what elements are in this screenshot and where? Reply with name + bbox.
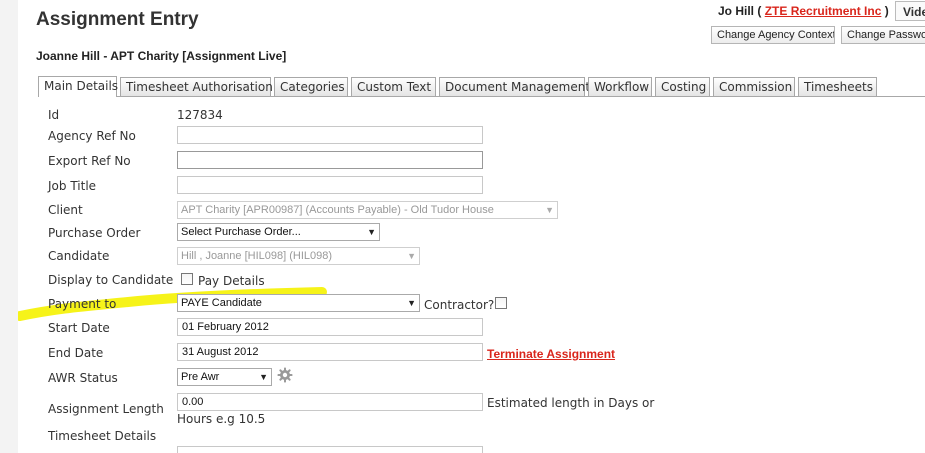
timesheet-details-input[interactable] [177,446,483,453]
end-date-input[interactable]: 31 August 2012 [177,343,483,361]
payment-to-label: Payment to [48,297,117,311]
assignment-subtitle: Joanne Hill - APT Charity [Assignment Li… [36,49,287,63]
client-select[interactable]: APT Charity [APR00987] (Accounts Payable… [177,201,558,219]
tab-main-details[interactable]: Main Details [38,76,118,97]
tab-commission[interactable]: Commission [713,77,795,96]
assignment-length-label: Assignment Length [48,402,164,416]
candidate-label: Candidate [48,249,110,263]
pay-details-checkbox[interactable] [181,273,193,285]
change-agency-context-button[interactable]: Change Agency Context [711,26,835,44]
tab-timesheets[interactable]: Timesheets [798,77,877,96]
purchase-order-value: Select Purchase Order... [181,226,301,238]
tab-custom-text[interactable]: Custom Text [351,77,436,96]
client-value: APT Charity [APR00987] (Accounts Payable… [181,204,494,216]
pay-details-label: Pay Details [198,274,265,288]
agency-ref-label: Agency Ref No [48,129,136,143]
chevron-down-icon: ▼ [407,298,416,308]
awr-status-select[interactable]: Pre Awr ▼ [177,368,272,386]
company-link[interactable]: ZTE Recruitment Inc [765,4,882,18]
start-date-input[interactable]: 01 February 2012 [177,318,483,336]
id-value: 127834 [177,108,223,122]
purchase-order-select[interactable]: Select Purchase Order... ▼ [177,223,380,241]
awr-status-label: AWR Status [48,371,118,385]
agency-ref-input[interactable] [177,126,483,144]
timesheet-details-label: Timesheet Details [48,429,157,443]
chevron-down-icon: ▼ [367,227,376,237]
contractor-label: Contractor? [424,298,495,312]
client-label: Client [48,203,83,217]
user-info: Jo Hill ( ZTE Recruitment Inc ) [718,4,889,18]
job-title-input[interactable] [177,176,483,194]
candidate-select[interactable]: Hill , Joanne [HIL098] (HIL098) ▼ [177,247,420,265]
tab-timesheet-authorisation[interactable]: Timesheet Authorisation [120,77,273,96]
assignment-length-hint: Estimated length in Days or [487,396,655,410]
end-date-label: End Date [48,346,104,360]
start-date-label: Start Date [48,321,110,335]
export-ref-label: Export Ref No [48,154,131,168]
tab-document-management[interactable]: Document Management [439,77,590,96]
id-label: Id [48,108,60,122]
display-to-candidate-label: Display to Candidate [48,273,174,287]
job-title-label: Job Title [48,179,97,193]
change-password-button[interactable]: Change Password [841,26,925,44]
video-button[interactable]: Video [895,1,925,21]
chevron-down-icon: ▼ [545,205,554,215]
assignment-entry-page: Assignment Entry Joanne Hill - APT Chari… [18,0,925,453]
tab-workflow[interactable]: Workflow [588,77,652,96]
user-name: Jo Hill [718,4,755,18]
assignment-length-input[interactable]: 0.00 [177,393,483,411]
chevron-down-icon: ▼ [407,251,416,261]
awr-status-value: Pre Awr [181,371,220,383]
user-paren-close: ) [884,4,889,18]
user-paren-open: ( [757,4,762,18]
assignment-length-hint-continued: Hours e.g 10.5 [177,412,266,426]
page-title: Assignment Entry [36,9,199,30]
candidate-value: Hill , Joanne [HIL098] (HIL098) [181,250,333,262]
tab-categories[interactable]: Categories [274,77,348,96]
purchase-order-label: Purchase Order [48,226,141,240]
chevron-down-icon: ▼ [259,372,268,382]
terminate-assignment-link[interactable]: Terminate Assignment [487,347,615,361]
gear-icon[interactable] [277,367,293,383]
export-ref-input[interactable] [177,151,483,169]
tab-bar-line [38,96,925,97]
tab-costing[interactable]: Costing [655,77,710,96]
payment-to-value: PAYE Candidate [181,297,262,309]
payment-to-select[interactable]: PAYE Candidate ▼ [177,294,420,312]
contractor-checkbox[interactable] [495,297,507,309]
